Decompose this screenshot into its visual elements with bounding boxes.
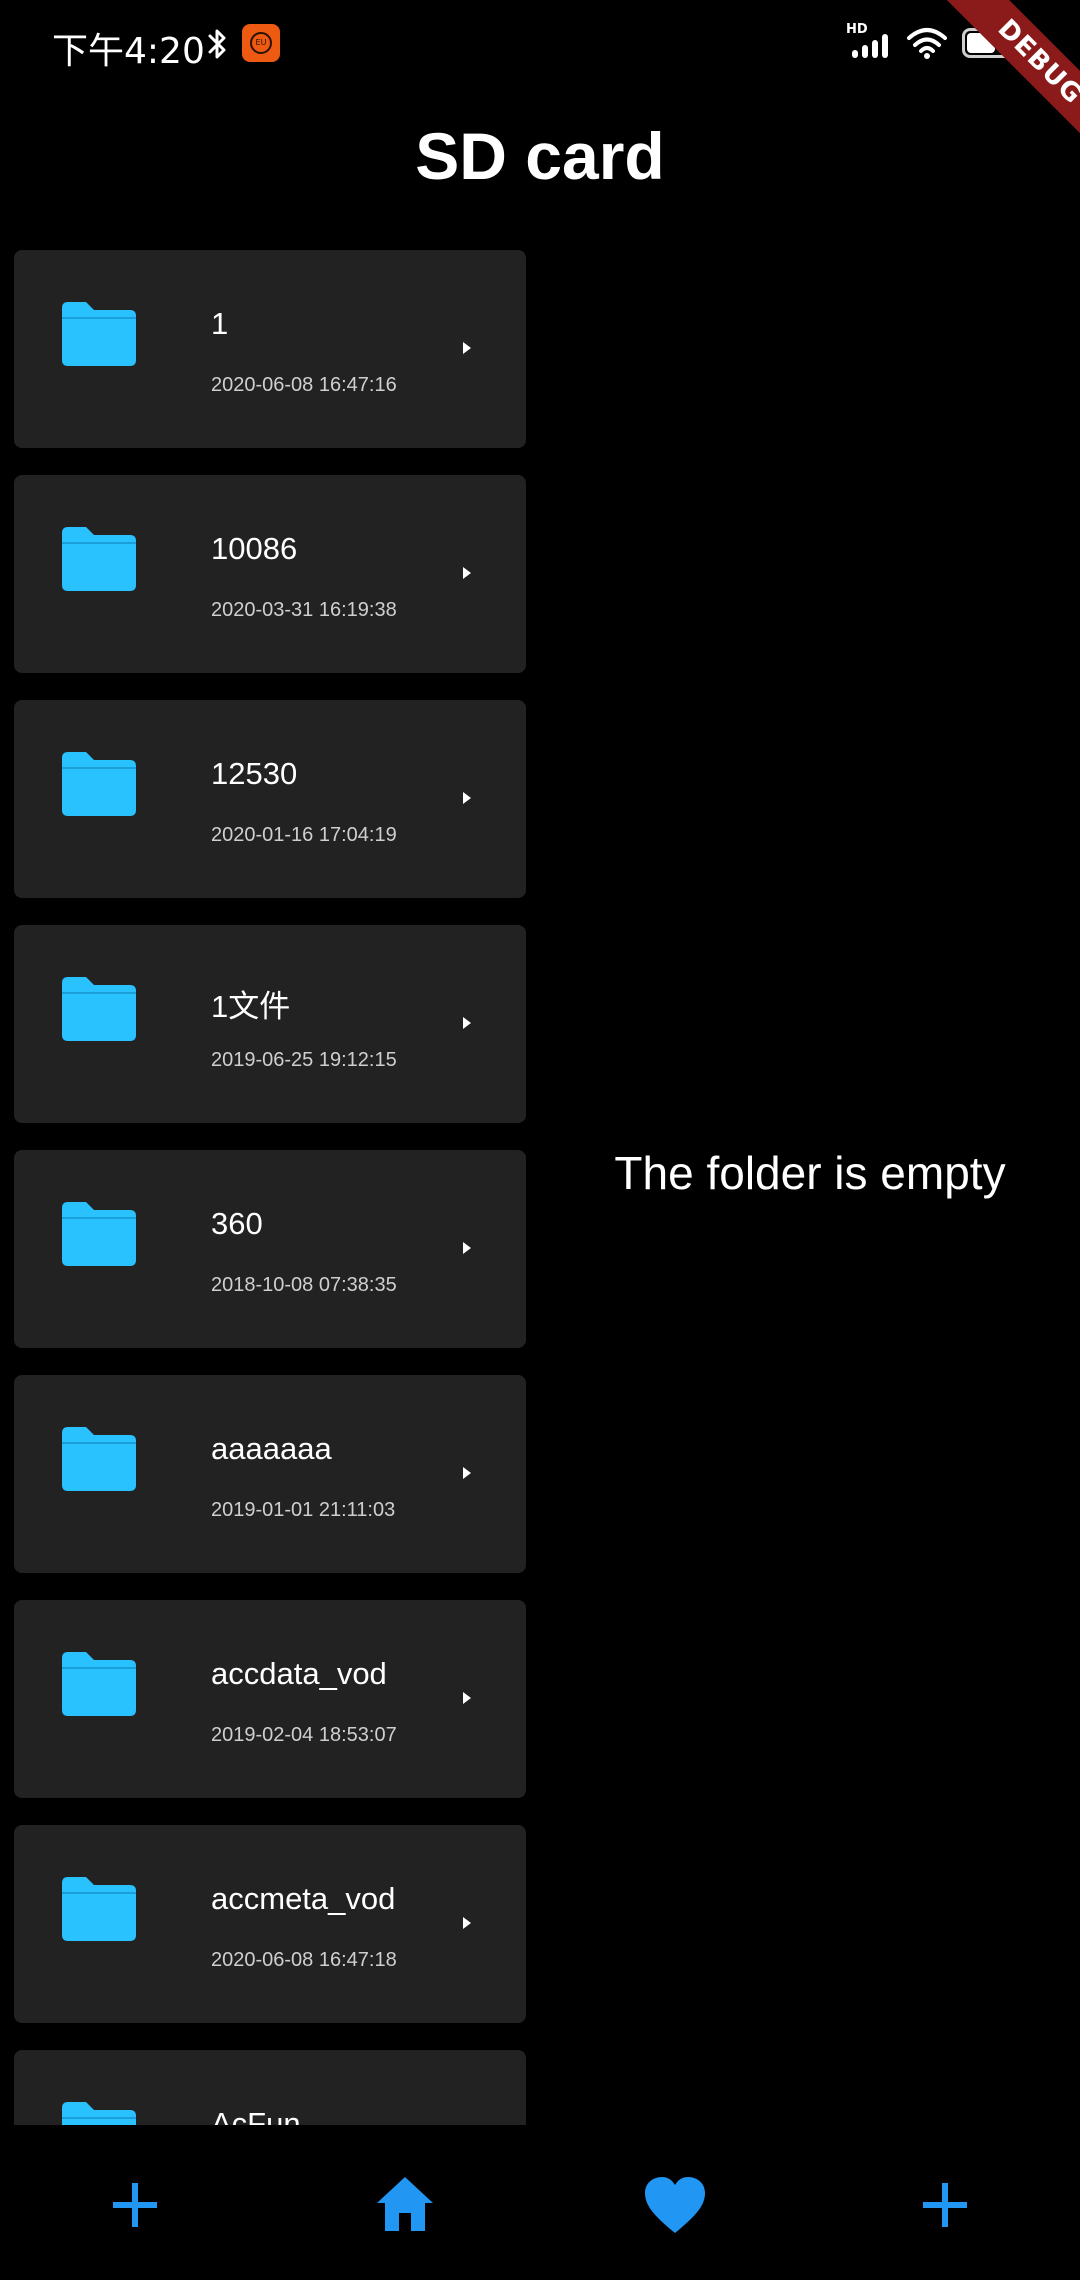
folder-date: 2020-03-31 16:19:38: [211, 599, 397, 621]
folder-date: 2018-10-08 07:38:35: [211, 1274, 397, 1296]
folder-date: 2019-01-01 21:11:03: [211, 1499, 396, 1521]
wifi-icon: [907, 28, 947, 59]
folder-icon: [62, 752, 136, 816]
folder-icon: [62, 1877, 136, 1941]
chevron-right-icon: [463, 567, 471, 579]
bottom-nav: [0, 2125, 1080, 2280]
home-icon[interactable]: [365, 2165, 445, 2245]
folder-date: 2019-06-25 19:12:15: [211, 1049, 397, 1071]
folder-item-12530[interactable]: 12530 2020-01-16 17:04:19: [14, 700, 526, 898]
folder-name: accdata_vod: [211, 1656, 387, 1691]
page-title: SD card: [415, 119, 665, 193]
add-icon[interactable]: [95, 2165, 175, 2245]
folder-item-360[interactable]: 360 2018-10-08 07:38:35: [14, 1150, 526, 1348]
folder-name: 360: [211, 1206, 263, 1241]
heart-icon[interactable]: [635, 2165, 715, 2245]
folder-name: 1: [211, 306, 229, 341]
folder-item-10086[interactable]: 10086 2020-03-31 16:19:38: [14, 475, 526, 673]
add-icon[interactable]: [905, 2165, 985, 2245]
folder-item-accmeta-vod[interactable]: accmeta_vod 2020-06-08 16:47:18: [14, 1825, 526, 2023]
folder-icon: [62, 527, 136, 591]
status-time: 下午4:20: [52, 31, 205, 72]
chevron-right-icon: [463, 1242, 471, 1254]
folder-name: 10086: [211, 531, 298, 566]
chevron-right-icon: [463, 342, 471, 354]
status-bar: 下午4:20 EU HD: [0, 0, 1080, 90]
folder-date: 2020-06-08 16:47:16: [211, 374, 397, 396]
folder-date: 2020-06-08 16:47:18: [211, 1949, 397, 1971]
folder-date: 2020-01-16 17:04:19: [211, 824, 397, 846]
folder-icon: [62, 302, 136, 366]
sd-card-screen: 下午4:20 EU HD DEBUG SD card 1 2020-06-08 …: [0, 0, 1080, 2280]
chevron-right-icon: [463, 1917, 471, 1929]
folder-item-1-file[interactable]: 1文件 2019-06-25 19:12:15: [14, 925, 526, 1123]
folder-icon: [62, 2102, 136, 2125]
folder-item-1[interactable]: 1 2020-06-08 16:47:16: [14, 250, 526, 448]
folder-item-acfun[interactable]: AcFun: [14, 2050, 526, 2125]
app-notification-icon: EU: [242, 24, 280, 62]
folder-item-accdata-vod[interactable]: accdata_vod 2019-02-04 18:53:07: [14, 1600, 526, 1798]
folder-item-aaaaaaa[interactable]: aaaaaaa 2019-01-01 21:11:03: [14, 1375, 526, 1573]
folder-name: aaaaaaa: [211, 1431, 332, 1466]
folder-name: 12530: [211, 756, 298, 791]
folder-date: 2019-02-04 18:53:07: [211, 1724, 397, 1746]
folder-list[interactable]: 1 2020-06-08 16:47:16 10086 2020-03-31 1…: [14, 250, 526, 2125]
folder-name: 1文件: [211, 989, 291, 1024]
bluetooth-icon: [208, 29, 226, 59]
folder-icon: [62, 977, 136, 1041]
folder-icon: [62, 1427, 136, 1491]
empty-folder-message: The folder is empty: [614, 1147, 1006, 1199]
chevron-right-icon: [463, 1692, 471, 1704]
folder-icon: [62, 1202, 136, 1266]
chevron-right-icon: [463, 792, 471, 804]
chevron-right-icon: [463, 1467, 471, 1479]
folder-name: accmeta_vod: [211, 1881, 396, 1916]
signal-icon: [852, 34, 888, 58]
folder-name: AcFun: [211, 2106, 301, 2125]
folder-icon: [62, 1652, 136, 1716]
chevron-right-icon: [463, 1017, 471, 1029]
